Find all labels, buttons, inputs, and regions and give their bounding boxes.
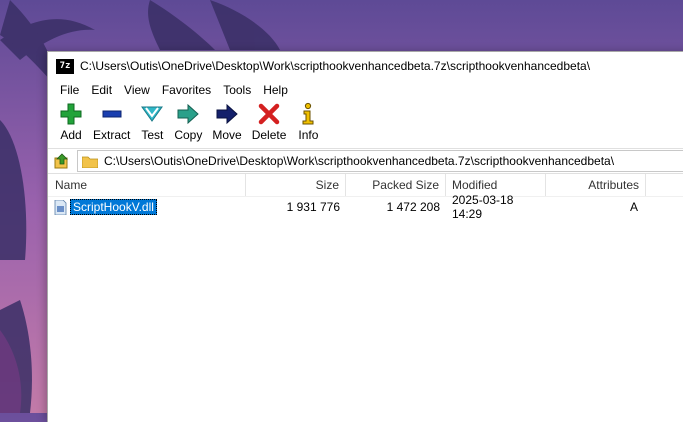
check-chevron-icon <box>141 106 164 122</box>
info-button[interactable]: Info <box>291 100 325 142</box>
menu-tools[interactable]: Tools <box>217 83 257 97</box>
copy-label: Copy <box>174 128 203 142</box>
menu-help[interactable]: Help <box>257 83 294 97</box>
menu-file[interactable]: File <box>54 83 85 97</box>
path-input[interactable]: C:\Users\Outis\OneDrive\Desktop\Work\scr… <box>77 150 683 172</box>
column-name[interactable]: Name <box>48 174 246 196</box>
test-button[interactable]: Test <box>135 100 169 142</box>
move-label: Move <box>212 128 242 142</box>
column-modified-label: Modified <box>452 178 498 192</box>
file-row[interactable]: ScriptHookV.dll 1 931 776 1 472 208 2025… <box>48 193 683 221</box>
add-label: Add <box>60 128 82 142</box>
up-folder-button[interactable] <box>51 150 73 172</box>
dll-file-icon <box>54 199 67 215</box>
menu-favorites[interactable]: Favorites <box>156 83 217 97</box>
column-name-label: Name <box>55 178 88 192</box>
file-name[interactable]: ScriptHookV.dll <box>70 199 157 215</box>
delete-label: Delete <box>251 128 287 142</box>
copy-arrow-icon <box>177 103 200 125</box>
column-attributes-label: Attributes <box>588 178 639 192</box>
add-button[interactable]: Add <box>54 100 88 142</box>
delete-x-icon <box>258 103 280 125</box>
minus-icon <box>102 110 122 118</box>
file-packed-size: 1 472 208 <box>386 200 440 214</box>
move-button[interactable]: Move <box>207 100 246 142</box>
plus-icon <box>60 103 82 125</box>
column-size[interactable]: Size <box>246 174 346 196</box>
delete-button[interactable]: Delete <box>247 100 292 142</box>
app-logo-icon: 7z <box>56 58 74 74</box>
path-text: C:\Users\Outis\OneDrive\Desktop\Work\scr… <box>104 154 615 168</box>
file-modified: 2025-03-18 14:29 <box>452 193 514 221</box>
toolbar: Add Extract Test Copy Move Delete Info <box>48 100 683 148</box>
column-packed-size-label: Packed Size <box>372 178 439 192</box>
file-size: 1 931 776 <box>286 200 340 214</box>
copy-button[interactable]: Copy <box>169 100 207 142</box>
folder-icon <box>82 156 98 168</box>
window-title: C:\Users\Outis\OneDrive\Desktop\Work\scr… <box>80 59 591 73</box>
menu-edit[interactable]: Edit <box>85 83 118 97</box>
column-packed-size[interactable]: Packed Size <box>346 174 446 196</box>
test-label: Test <box>141 128 164 142</box>
column-size-label: Size <box>315 178 339 192</box>
info-label: Info <box>298 128 319 142</box>
extract-button[interactable]: Extract <box>88 100 135 142</box>
extract-label: Extract <box>93 128 131 142</box>
info-icon <box>302 102 314 125</box>
up-arrow-icon <box>54 153 68 169</box>
sevenzip-window: 7z C:\Users\Outis\OneDrive\Desktop\Work\… <box>47 51 683 422</box>
move-arrow-icon <box>216 103 238 125</box>
address-bar: C:\Users\Outis\OneDrive\Desktop\Work\scr… <box>48 148 683 174</box>
file-attributes: A <box>629 200 638 214</box>
menu-bar: File Edit View Favorites Tools Help <box>48 80 683 100</box>
menu-view[interactable]: View <box>118 83 156 97</box>
title-bar[interactable]: 7z C:\Users\Outis\OneDrive\Desktop\Work\… <box>48 52 683 80</box>
file-list-header: Name Size Packed Size Modified Attribute… <box>48 174 683 197</box>
column-attributes[interactable]: Attributes <box>546 174 646 196</box>
